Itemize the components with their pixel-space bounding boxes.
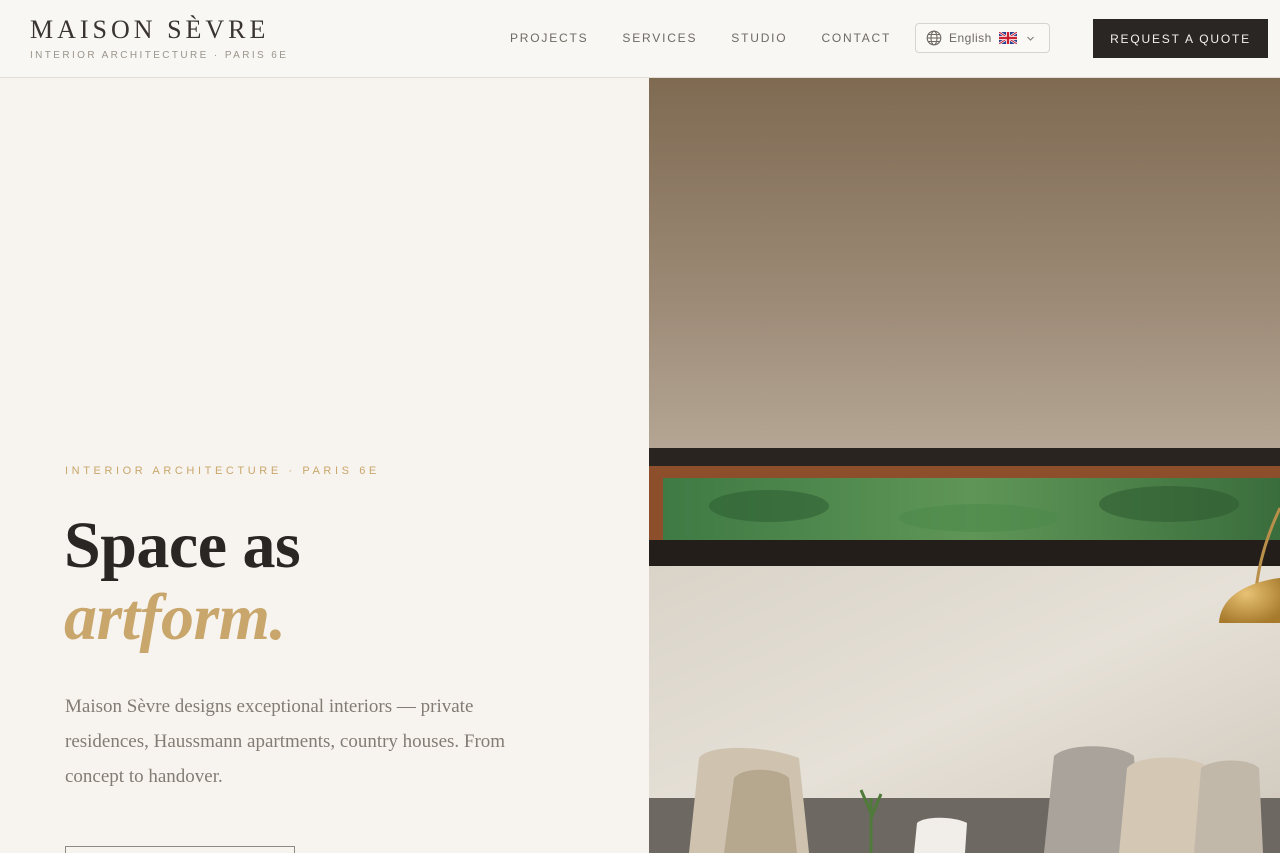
hero-interior-photo — [649, 78, 1280, 853]
chevron-down-icon — [1026, 34, 1035, 43]
hero-secondary-button[interactable] — [65, 846, 295, 853]
main-nav: PROJECTS SERVICES STUDIO CONTACT — [510, 31, 925, 45]
hero-eyebrow: INTERIOR ARCHITECTURE · PARIS 6E — [65, 465, 380, 477]
nav-link-contact[interactable]: CONTACT — [821, 31, 891, 45]
hero-headline: Space as artform. — [64, 509, 301, 654]
uk-flag-icon — [998, 32, 1017, 44]
hero-text-panel: INTERIOR ARCHITECTURE · PARIS 6E Space a… — [0, 78, 649, 853]
nav-link-projects[interactable]: PROJECTS — [510, 31, 588, 45]
language-label: English — [949, 31, 992, 45]
hero-lead-text: Maison Sèvre designs exceptional interio… — [65, 696, 506, 787]
brand-tagline: INTERIOR ARCHITECTURE · PARIS 6E — [30, 50, 289, 61]
request-quote-button[interactable]: REQUEST A QUOTE — [1093, 19, 1268, 58]
brand-name: MAISON SÈVRE — [30, 15, 270, 44]
hero-headline-accent: artform. — [64, 581, 286, 654]
language-selector[interactable]: English — [915, 23, 1050, 53]
globe-icon — [926, 30, 942, 46]
hero-headline-main: Space as — [64, 509, 301, 582]
nav-link-studio[interactable]: STUDIO — [731, 31, 787, 45]
site-header: MAISON SÈVRE INTERIOR ARCHITECTURE · PAR… — [0, 0, 1280, 78]
brand-logo[interactable]: MAISON SÈVRE INTERIOR ARCHITECTURE · PAR… — [30, 15, 289, 62]
nav-link-services[interactable]: SERVICES — [622, 31, 697, 45]
